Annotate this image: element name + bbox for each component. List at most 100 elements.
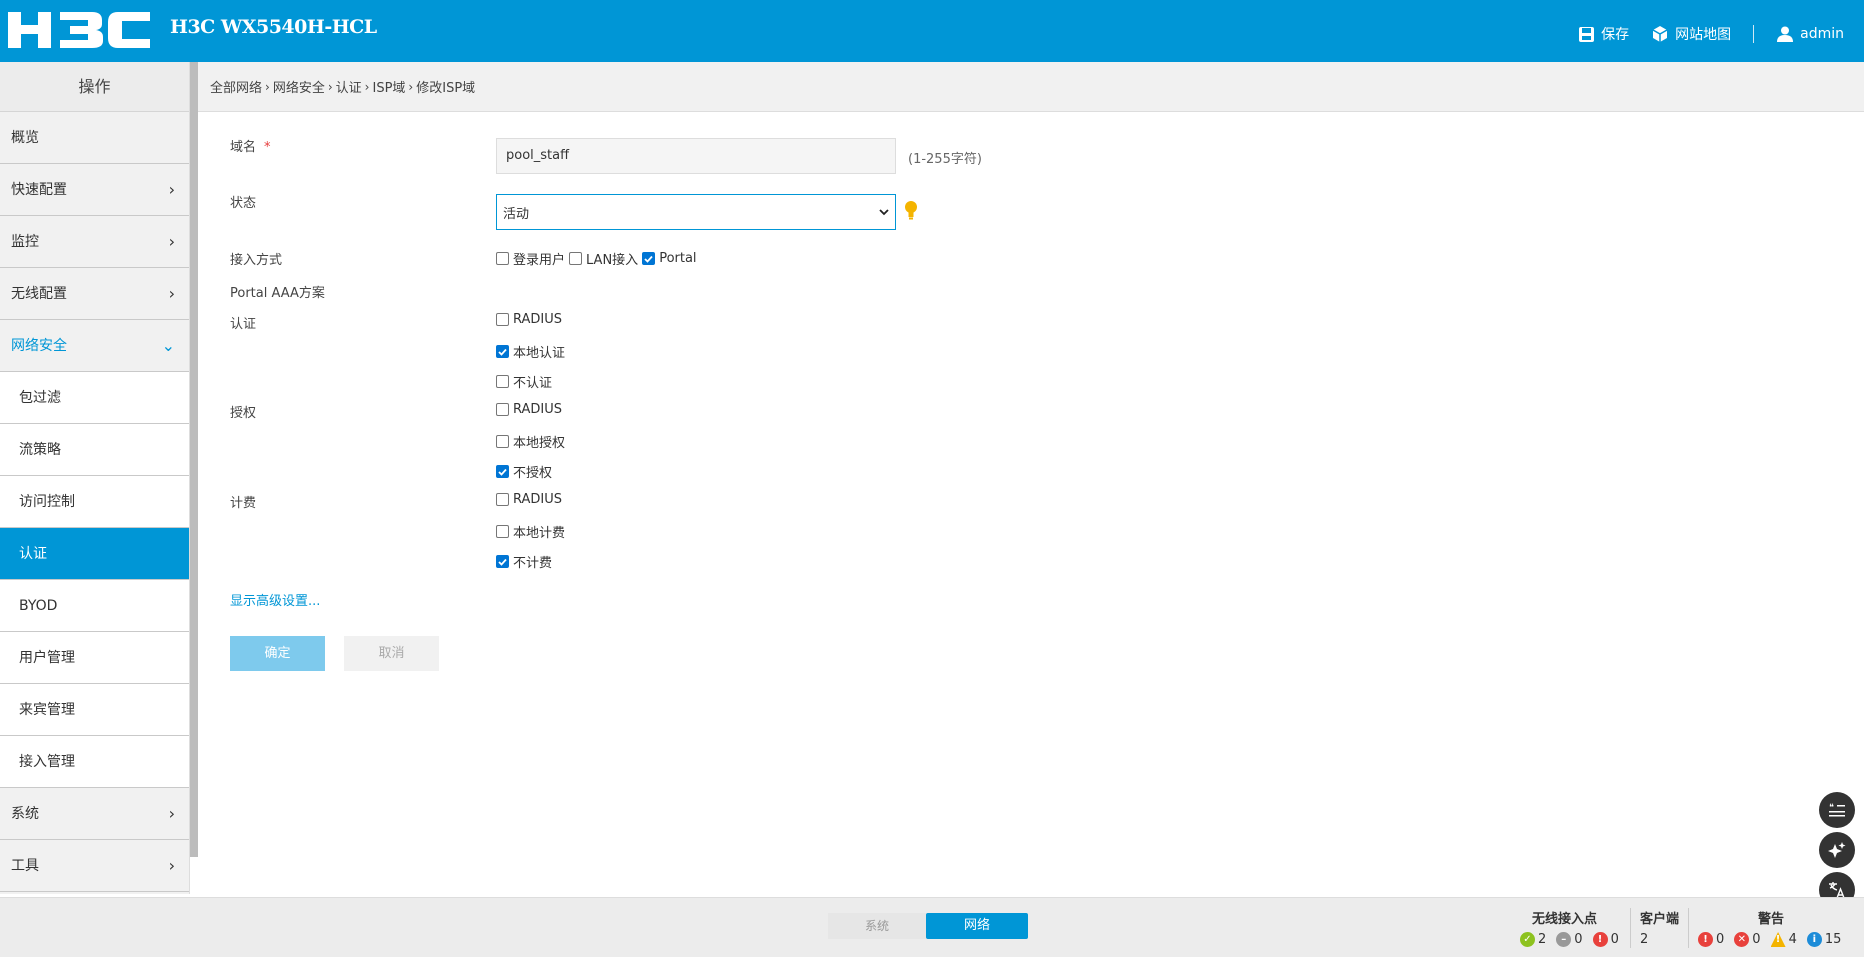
ok-button[interactable]: 确定 xyxy=(230,636,325,671)
sidebar-item-overview[interactable]: 概览 xyxy=(0,112,189,164)
authz-none[interactable]: 不授权 xyxy=(496,462,552,481)
sidebar-item-label: 包过滤 xyxy=(19,390,61,406)
portal-aaa-label: Portal AAA方案 xyxy=(230,286,325,301)
auth-radius[interactable]: RADIUS xyxy=(496,312,562,327)
checkbox[interactable] xyxy=(496,375,509,388)
quote-glyph-icon: ❝ xyxy=(1829,803,1845,817)
sidebar-scrollbar[interactable] xyxy=(190,62,198,857)
checkbox-label: Portal xyxy=(659,251,697,266)
cancel-button[interactable]: 取消 xyxy=(344,636,439,671)
h3c-logo xyxy=(8,12,150,48)
required-mark: * xyxy=(264,140,271,155)
sidebar-item-label: 认证 xyxy=(19,546,47,562)
checkbox[interactable] xyxy=(496,493,509,506)
chevron-right-icon: › xyxy=(168,180,175,199)
sitemap-button[interactable]: 网站地图 xyxy=(1651,24,1731,44)
authentication-label: 认证 xyxy=(230,317,257,332)
show-advanced-settings-link[interactable]: 显示高级设置... xyxy=(230,590,320,609)
alarm-warning-count: 4 xyxy=(1788,932,1797,947)
chevron-right-icon: › xyxy=(168,284,175,303)
ap-ok-count: 2 xyxy=(1538,932,1547,947)
quote-list-icon[interactable]: ❝ xyxy=(1819,792,1855,828)
sidebar-item-monitor[interactable]: 监控 › xyxy=(0,216,189,268)
sidebar-item-label: 监控 xyxy=(11,234,39,250)
error-icon: ! xyxy=(1592,932,1608,947)
checkbox[interactable] xyxy=(496,313,509,326)
domain-label-text: 域名 xyxy=(230,140,257,155)
sidebar-item-label: 接入管理 xyxy=(19,754,75,770)
sidebar-item-guest-management[interactable]: 来宾管理 xyxy=(0,684,189,736)
sidebar-item-access-control[interactable]: 访问控制 xyxy=(0,476,189,528)
sidebar-item-quick-config[interactable]: 快速配置 › xyxy=(0,164,189,216)
device-name: H3C WX5540H-HCL xyxy=(170,16,377,38)
breadcrumb-item-authentication[interactable]: 认证 xyxy=(336,77,362,96)
checkbox-checked[interactable] xyxy=(496,345,509,358)
acct-radius[interactable]: RADIUS xyxy=(496,492,562,507)
checkbox[interactable] xyxy=(496,435,509,448)
authz-local[interactable]: 本地授权 xyxy=(496,432,565,451)
checkbox-label: 不认证 xyxy=(513,376,553,391)
access-lan[interactable]: LAN接入 xyxy=(569,249,638,268)
tab-network[interactable]: 网络 xyxy=(926,913,1028,939)
checkbox[interactable] xyxy=(496,525,509,538)
checkbox-label: RADIUS xyxy=(513,312,563,327)
checkbox[interactable] xyxy=(569,252,583,265)
sidebar-item-tools[interactable]: 工具 › xyxy=(0,840,189,892)
breadcrumb-item-isp-domain[interactable]: ISP域 xyxy=(372,77,405,96)
access-portal[interactable]: Portal xyxy=(642,251,697,266)
access-login-user[interactable]: 登录用户 xyxy=(496,249,565,268)
sidebar-item-label: 用户管理 xyxy=(19,650,75,666)
breadcrumb-item-network-security[interactable]: 网络安全 xyxy=(273,77,325,96)
checkbox-checked[interactable] xyxy=(496,555,509,568)
sparkle-icon[interactable] xyxy=(1819,832,1855,868)
checkbox-checked[interactable] xyxy=(642,252,656,265)
sidebar-item-access-management[interactable]: 接入管理 xyxy=(0,736,189,788)
authorization-label: 授权 xyxy=(230,406,257,421)
footer-divider xyxy=(1630,908,1631,948)
sidebar-item-system[interactable]: 系统 › xyxy=(0,788,189,840)
acct-none[interactable]: 不计费 xyxy=(496,552,552,571)
sidebar-item-network-security[interactable]: 网络安全 ⌄ xyxy=(0,320,189,372)
ap-idle-count: 0 xyxy=(1574,932,1583,947)
ok-icon: ✓ xyxy=(1520,932,1535,947)
save-icon xyxy=(1579,26,1595,42)
sidebar-item-authentication[interactable]: 认证 xyxy=(0,528,189,580)
sidebar-item-wireless-config[interactable]: 无线配置 › xyxy=(0,268,189,320)
domain-hint: (1-255字符) xyxy=(908,152,982,167)
header-actions: 保存 网站地图 admin xyxy=(1556,24,1844,44)
sidebar-item-label: 无线配置 xyxy=(11,286,67,302)
client-title: 客户端 xyxy=(1640,912,1680,927)
save-button[interactable]: 保存 xyxy=(1578,24,1629,44)
ap-stats[interactable]: ✓ 2 –0 ! 0 xyxy=(1520,932,1619,947)
user-icon xyxy=(1777,26,1794,42)
breadcrumb-item-edit-isp-domain: 修改ISP域 xyxy=(416,81,476,96)
domain-name-input[interactable]: pool_staff xyxy=(496,138,896,174)
lightbulb-icon[interactable] xyxy=(904,200,918,220)
auth-local[interactable]: 本地认证 xyxy=(496,342,565,361)
state-select[interactable]: 活动 xyxy=(496,194,896,230)
client-count[interactable]: 2 xyxy=(1640,932,1648,947)
auth-none[interactable]: 不认证 xyxy=(496,372,552,391)
accounting-label: 计费 xyxy=(230,496,257,511)
breadcrumb-item-all-network[interactable]: 全部网络 xyxy=(210,77,262,96)
alarm-stats[interactable]: ! 0 ✕ 0 ! 4 i 15 xyxy=(1698,932,1841,947)
sidebar-item-flow-policy[interactable]: 流策略 xyxy=(0,424,189,476)
access-method-options: 登录用户 LAN接入 Portal xyxy=(496,249,701,268)
authz-radius[interactable]: RADIUS xyxy=(496,402,562,417)
checkbox-checked[interactable] xyxy=(496,465,509,478)
checkbox-label: 本地认证 xyxy=(513,346,566,361)
info-icon: i xyxy=(1806,932,1822,947)
user-menu[interactable]: admin xyxy=(1776,25,1844,43)
checkbox-label: RADIUS xyxy=(513,402,563,417)
tab-system[interactable]: 系统 xyxy=(828,913,926,939)
chevron-down-icon: ⌄ xyxy=(161,336,175,355)
checkbox[interactable] xyxy=(496,252,509,265)
sidebar-item-label: 流策略 xyxy=(19,442,61,458)
sidebar-item-label: BYOD xyxy=(19,598,58,614)
sidebar-item-packet-filter[interactable]: 包过滤 xyxy=(0,372,189,424)
acct-local[interactable]: 本地计费 xyxy=(496,522,565,541)
sidebar-item-user-management[interactable]: 用户管理 xyxy=(0,632,189,684)
sidebar-item-byod[interactable]: BYOD xyxy=(0,580,189,632)
checkbox[interactable] xyxy=(496,403,509,416)
check-icon xyxy=(644,255,653,263)
